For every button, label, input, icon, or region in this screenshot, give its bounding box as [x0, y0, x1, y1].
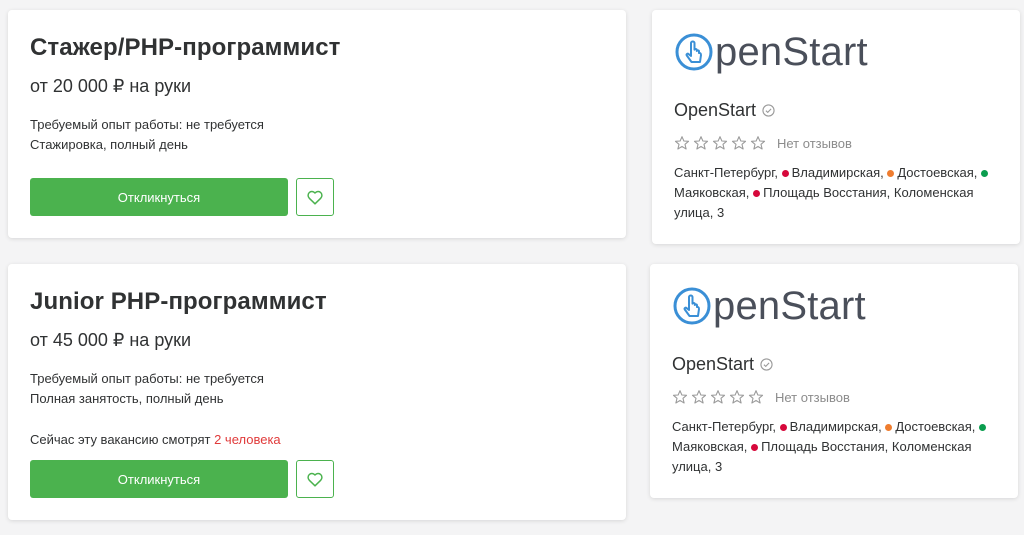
favorite-button[interactable] [296, 178, 334, 216]
star-outline-icon [691, 390, 707, 404]
logo-text: penStart [715, 30, 868, 74]
vacancy-schedule: Стажировка, полный день [30, 137, 188, 152]
reviews-count[interactable]: Нет отзывов [777, 136, 852, 151]
check-circle-icon [760, 358, 773, 371]
star-outline-icon [672, 390, 688, 404]
rating: Нет отзывов [674, 135, 852, 151]
star-outline-icon [674, 136, 690, 150]
heart-icon [307, 190, 323, 205]
metro-dot [885, 423, 893, 431]
vacancy-watchers: Сейчас эту вакансию смотрят 2 человека [30, 432, 281, 447]
metro-dot [887, 169, 895, 177]
watchers-count: 2 человека [214, 432, 281, 447]
vacancy-card: Стажер/PHP-программист от 20 000 ₽ на ру… [8, 10, 626, 238]
company-name[interactable]: OpenStart [672, 354, 754, 375]
star-outline-icon [710, 390, 726, 404]
vacancy-salary: от 45 000 ₽ на руки [30, 330, 192, 350]
company-address: Санкт-Петербург, Владимирская, Достоевск… [674, 163, 1004, 223]
metro-station: Достоевская, [897, 165, 978, 180]
company-name[interactable]: OpenStart [674, 100, 756, 121]
metro-dot [981, 169, 989, 177]
check-circle-icon [762, 104, 775, 117]
company-logo[interactable]: penStart [672, 284, 866, 328]
metro-station: Маяковская, [672, 439, 748, 454]
reviews-count[interactable]: Нет отзывов [775, 390, 850, 405]
vacancy-experience: Требуемый опыт работы: не требуется [30, 117, 264, 132]
star-outline-icon [750, 136, 766, 150]
company-card: penStart OpenStart Нет отзывов Санкт-Пет… [650, 264, 1018, 498]
vacancy-title[interactable]: Стажер/PHP-программист [30, 34, 341, 62]
heart-icon [307, 472, 323, 487]
vacancy-experience: Требуемый опыт работы: не требуется [30, 371, 264, 386]
metro-station: Площадь Восстания, [761, 439, 889, 454]
address-city: Санкт-Петербург, [672, 419, 776, 434]
vacancy-schedule: Полная занятость, полный день [30, 391, 224, 406]
company-name-row: OpenStart [674, 100, 775, 121]
hand-pointer-icon [673, 287, 711, 325]
metro-dot [979, 423, 987, 431]
star-outline-icon [748, 390, 764, 404]
respond-button[interactable]: Откликнуться [30, 178, 288, 216]
vacancy-title[interactable]: Junior PHP-программист [30, 288, 327, 316]
rating: Нет отзывов [672, 389, 850, 405]
metro-dot [751, 443, 759, 451]
vacancy-salary: от 20 000 ₽ на руки [30, 76, 192, 96]
metro-station: Маяковская, [674, 185, 750, 200]
address-city: Санкт-Петербург, [674, 165, 778, 180]
company-logo[interactable]: penStart [674, 30, 868, 74]
metro-dot [781, 169, 789, 177]
vacancy-card: Junior PHP-программист от 45 000 ₽ на ру… [8, 264, 626, 520]
star-outline-icon [693, 136, 709, 150]
metro-dot [753, 189, 761, 197]
star-outline-icon [712, 136, 728, 150]
company-address: Санкт-Петербург, Владимирская, Достоевск… [672, 417, 1002, 477]
metro-station: Площадь Восстания, [763, 185, 891, 200]
star-outline-icon [731, 136, 747, 150]
star-outline-icon [729, 390, 745, 404]
hand-pointer-icon [675, 33, 713, 71]
logo-text: penStart [713, 284, 866, 328]
metro-station: Достоевская, [895, 419, 976, 434]
favorite-button[interactable] [296, 460, 334, 498]
company-name-row: OpenStart [672, 354, 773, 375]
metro-station: Владимирская, [789, 419, 882, 434]
metro-station: Владимирская, [791, 165, 884, 180]
watchers-label: Сейчас эту вакансию смотрят [30, 432, 215, 447]
company-card: penStart OpenStart Нет отзывов Санкт-Пет… [652, 10, 1020, 244]
metro-dot [779, 423, 787, 431]
respond-button[interactable]: Откликнуться [30, 460, 288, 498]
